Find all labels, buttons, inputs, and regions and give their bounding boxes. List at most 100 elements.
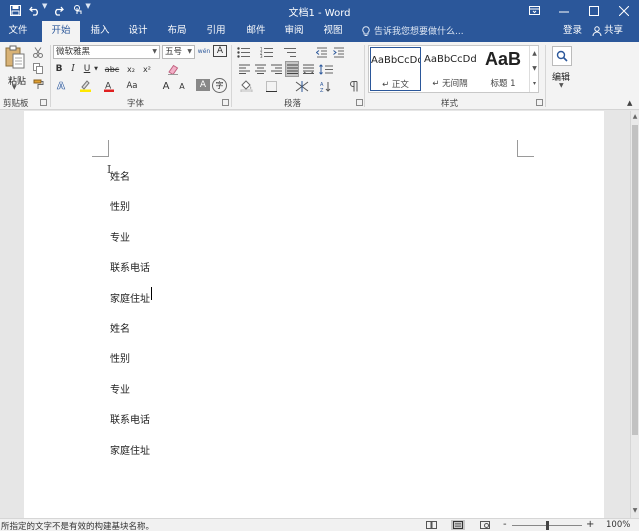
phonetic-guide-button[interactable]: wén xyxy=(197,45,211,59)
shading-button[interactable] xyxy=(237,79,255,93)
subscript-button[interactable]: x₂ xyxy=(124,62,138,76)
style-heading-1[interactable]: AaB 标题 1 xyxy=(478,47,528,91)
login-link[interactable]: 登录 xyxy=(563,21,582,41)
styles-up-icon[interactable]: ▲ xyxy=(530,46,539,61)
paragraph[interactable]: 性别 xyxy=(110,350,130,365)
align-right-button[interactable] xyxy=(269,62,283,76)
multilevel-list-button[interactable] xyxy=(281,45,299,59)
web-layout-button[interactable] xyxy=(478,520,492,530)
read-mode-button[interactable] xyxy=(424,520,438,530)
align-left-button[interactable] xyxy=(237,62,251,76)
find-button[interactable] xyxy=(552,46,572,66)
styles-down-icon[interactable]: ▼ xyxy=(530,61,539,76)
character-shading-button[interactable]: A xyxy=(196,79,210,91)
customize-qat-icon[interactable]: ▼ xyxy=(85,2,90,18)
minimize-button[interactable] xyxy=(549,0,579,21)
increase-indent-button[interactable] xyxy=(332,45,346,59)
paragraph-launcher-icon[interactable] xyxy=(356,99,363,106)
tab-design[interactable]: 设计 xyxy=(122,21,154,42)
tab-view[interactable]: 视图 xyxy=(317,21,349,42)
scroll-up-icon[interactable]: ▲ xyxy=(631,113,639,122)
numbering-button[interactable]: 123 xyxy=(258,45,276,59)
strikethrough-button[interactable]: abc xyxy=(101,62,123,76)
tab-references[interactable]: 引用 xyxy=(200,21,232,42)
save-icon xyxy=(9,4,21,16)
italic-button[interactable]: I xyxy=(67,62,79,76)
paragraph[interactable]: 专业 xyxy=(110,381,130,396)
paragraph[interactable]: 性别 xyxy=(110,198,130,213)
bullets-button[interactable] xyxy=(235,45,253,59)
zoom-in-button[interactable]: + xyxy=(586,519,594,530)
tab-review[interactable]: 审阅 xyxy=(278,21,310,42)
font-color-button[interactable]: A xyxy=(101,79,117,93)
line-spacing-button[interactable] xyxy=(317,62,335,76)
underline-dropdown-icon[interactable]: ▼ xyxy=(93,62,99,76)
underline-button[interactable]: U xyxy=(81,62,93,76)
grow-font-button[interactable]: A xyxy=(160,79,172,93)
superscript-button[interactable]: x² xyxy=(140,62,154,76)
close-button[interactable] xyxy=(609,0,639,21)
chinese-layout-button[interactable] xyxy=(293,79,311,93)
tell-me-box[interactable]: 告诉我您想要做什么... xyxy=(362,21,464,42)
zoom-slider-thumb[interactable] xyxy=(546,521,549,530)
highlight-button[interactable] xyxy=(77,79,93,93)
change-case-button[interactable]: Aa xyxy=(124,79,140,93)
redo-button[interactable] xyxy=(49,2,67,18)
align-center-button[interactable] xyxy=(253,62,267,76)
format-painter-button[interactable] xyxy=(31,77,45,91)
clear-formatting-button[interactable] xyxy=(166,62,180,76)
collapse-ribbon-icon[interactable]: ▲ xyxy=(627,99,632,107)
shrink-font-button[interactable]: A xyxy=(176,79,188,93)
character-border-button[interactable]: A xyxy=(213,45,227,57)
zoom-level[interactable]: 100% xyxy=(606,520,630,530)
paste-dropdown-icon[interactable]: ▼ xyxy=(12,84,17,91)
distributed-button[interactable] xyxy=(301,62,315,76)
print-layout-button[interactable] xyxy=(451,520,465,530)
text-effects-button[interactable]: A xyxy=(53,79,69,93)
cut-button[interactable] xyxy=(31,45,45,59)
paragraph[interactable]: 专业 xyxy=(110,229,130,244)
tab-home[interactable]: 开始 xyxy=(42,21,80,42)
decrease-indent-button[interactable] xyxy=(315,45,329,59)
distributed-icon xyxy=(302,64,314,74)
paragraph[interactable]: 联系电话 xyxy=(110,411,150,426)
maximize-button[interactable] xyxy=(579,0,609,21)
scrollbar-thumb[interactable] xyxy=(632,125,638,435)
paragraph[interactable]: 家庭住址 xyxy=(110,290,150,305)
paragraph[interactable]: 家庭住址 xyxy=(110,442,150,457)
tab-file[interactable]: 文件 xyxy=(2,21,34,42)
style-normal[interactable]: AaBbCcDd ↵ 正文 xyxy=(370,47,421,91)
paragraph[interactable]: 姓名 xyxy=(110,168,130,183)
paragraph[interactable]: 姓名 xyxy=(110,320,130,335)
font-name-select[interactable]: 微软雅黑 ▼ xyxy=(53,45,160,59)
undo-dropdown-icon[interactable]: ▼ xyxy=(42,2,47,18)
style-no-spacing[interactable]: AaBbCcDd ↵ 无间隔 xyxy=(424,47,476,91)
bold-button[interactable]: B xyxy=(53,62,65,76)
paste-button[interactable]: 粘贴 ▼ xyxy=(3,45,27,91)
justify-button[interactable] xyxy=(285,61,299,77)
scroll-down-icon[interactable]: ▼ xyxy=(631,507,639,516)
enclose-characters-button[interactable]: 字 xyxy=(212,78,227,93)
document-page[interactable]: I 姓名 性别 专业 联系电话 家庭住址 姓名 性别 专业 联系电话 家庭住址 xyxy=(24,111,604,518)
font-size-select[interactable]: 五号 ▼ xyxy=(162,45,195,59)
svg-text:3: 3 xyxy=(260,54,263,58)
styles-more-icon[interactable]: ▾ xyxy=(530,76,539,91)
touch-mode-icon xyxy=(74,5,82,14)
sort-button[interactable]: AZ xyxy=(318,79,332,93)
tab-insert[interactable]: 插入 xyxy=(84,21,116,42)
show-marks-button[interactable] xyxy=(347,79,361,93)
styles-launcher-icon[interactable] xyxy=(536,99,543,106)
copy-button[interactable] xyxy=(31,61,45,75)
save-button[interactable] xyxy=(6,2,24,18)
font-launcher-icon[interactable] xyxy=(222,99,229,106)
ribbon-display-options-button[interactable] xyxy=(519,0,549,21)
share-button[interactable]: 共享 xyxy=(592,21,623,41)
clipboard-launcher-icon[interactable] xyxy=(40,99,47,106)
tab-layout[interactable]: 布局 xyxy=(161,21,193,42)
tab-mailings[interactable]: 邮件 xyxy=(240,21,272,42)
borders-button[interactable] xyxy=(262,79,280,93)
editing-dropdown-icon[interactable]: ▼ xyxy=(559,82,564,89)
vertical-scrollbar[interactable]: ▲ ▼ xyxy=(630,111,639,518)
zoom-out-button[interactable]: - xyxy=(503,519,507,530)
paragraph[interactable]: 联系电话 xyxy=(110,259,150,274)
